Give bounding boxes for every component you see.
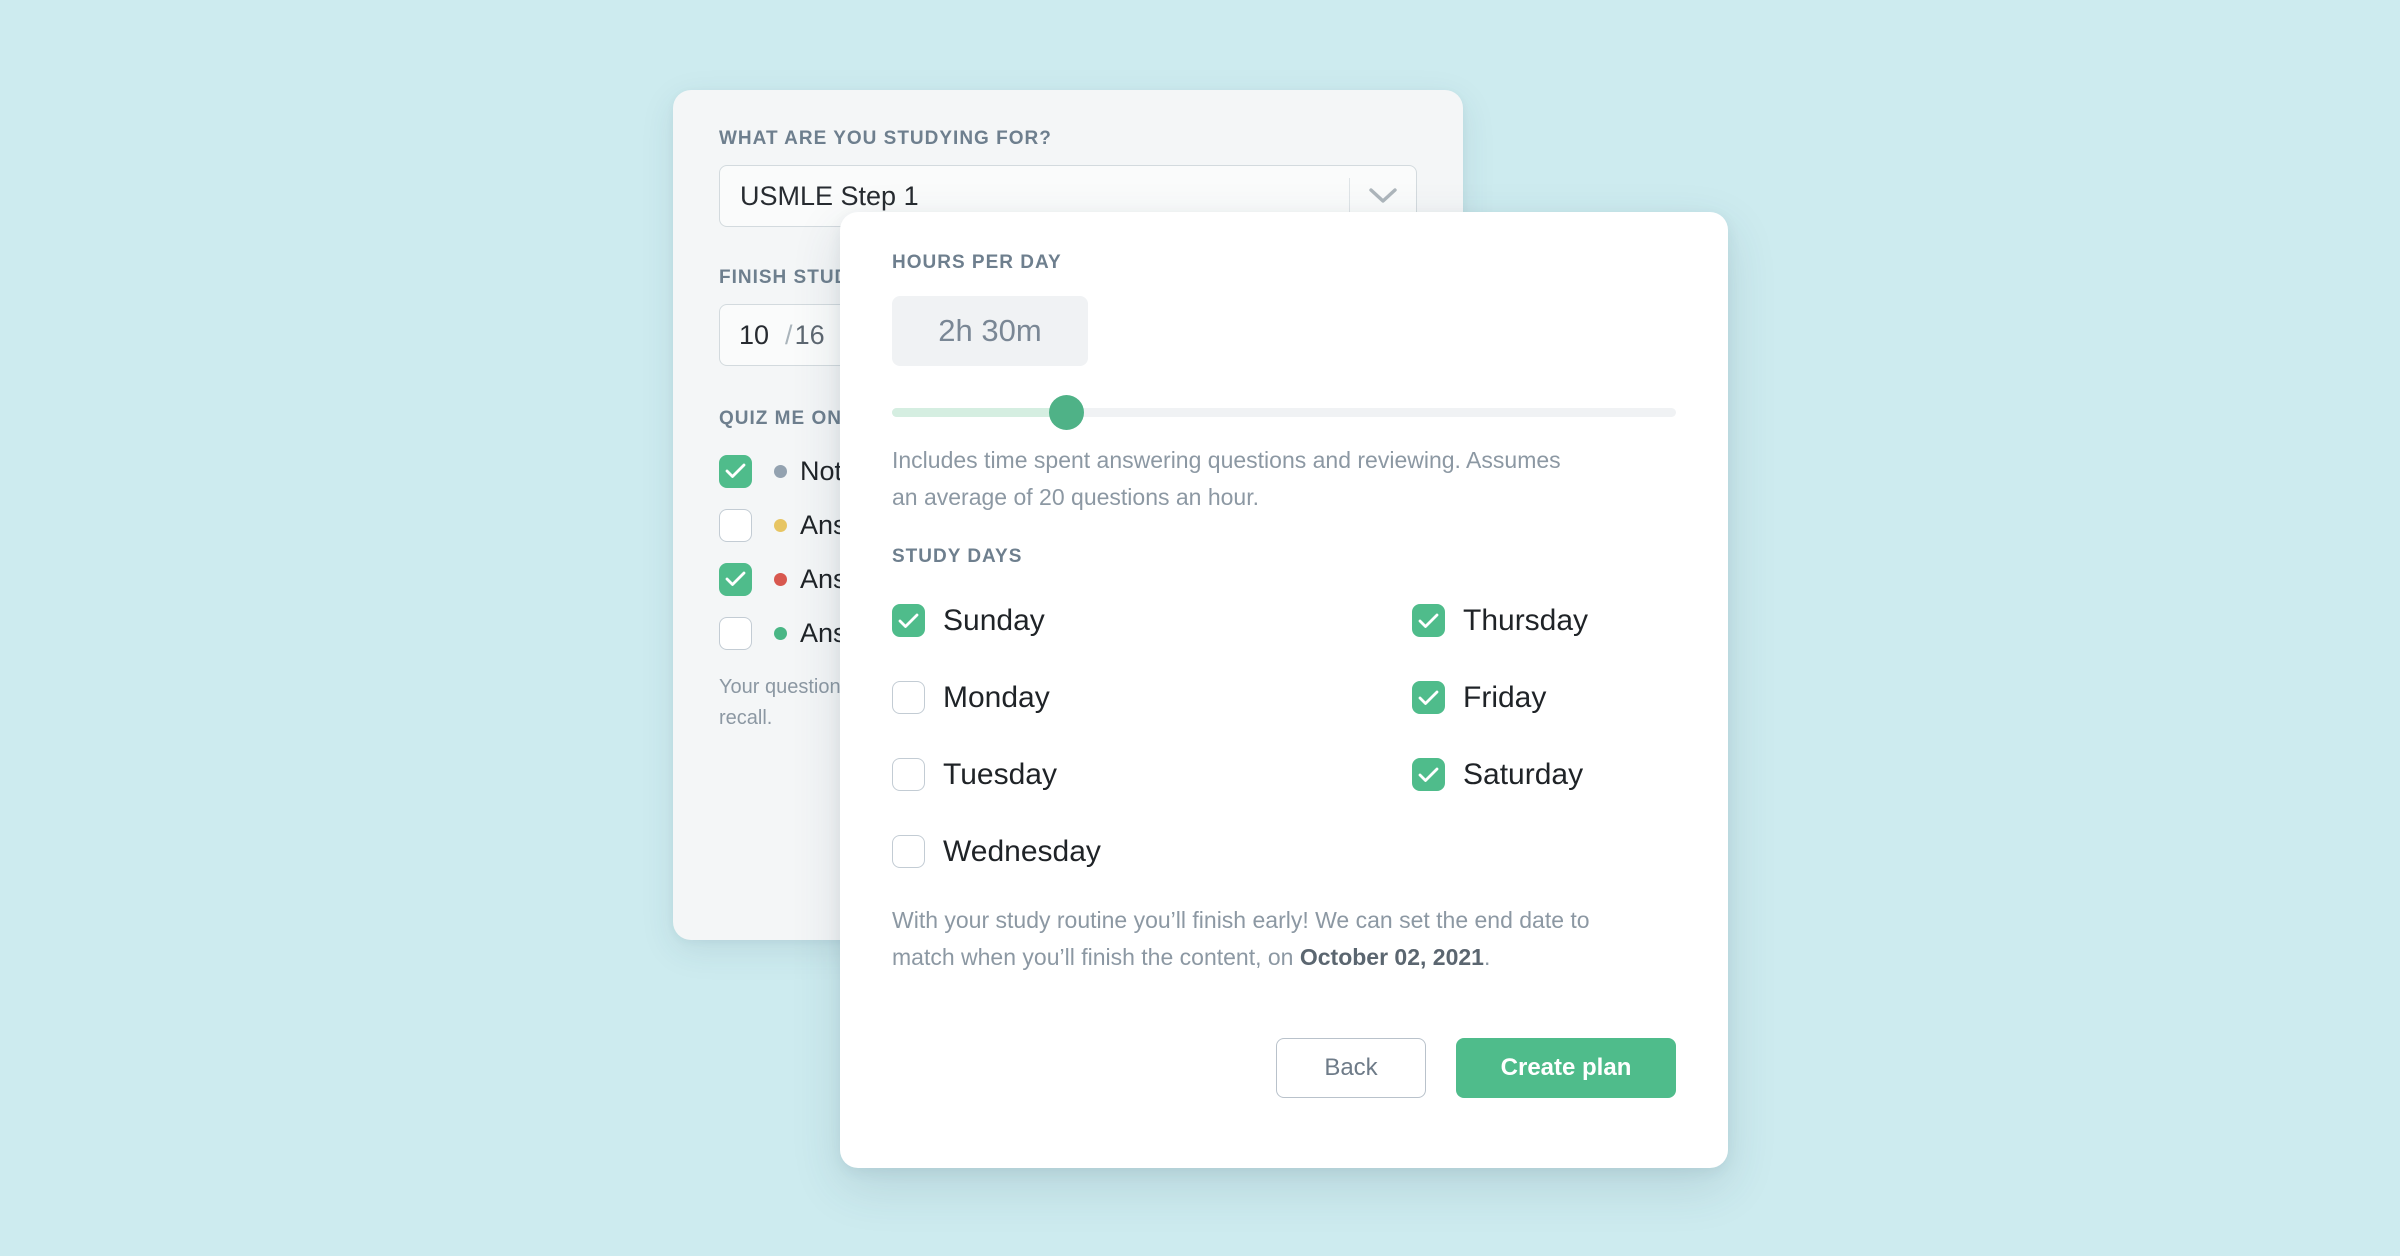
chevron-down-icon[interactable] <box>1350 187 1416 205</box>
quiz-helper-line-1: Your question <box>719 676 841 698</box>
quiz-checkbox-checked[interactable] <box>719 562 752 596</box>
create-plan-button[interactable]: Create plan <box>1456 1038 1676 1098</box>
day-row-monday[interactable]: Monday <box>892 659 1284 736</box>
back-button[interactable]: Back <box>1276 1038 1426 1098</box>
slider-handle[interactable] <box>1049 395 1084 430</box>
modal-actions: Back Create plan <box>892 1038 1676 1098</box>
day-label: Wednesday <box>943 834 1101 868</box>
quiz-status-dot <box>774 626 787 640</box>
hours-per-day-label: HOURS PER DAY <box>892 252 1062 273</box>
study-days-grid: Sunday Monday Tuesday Wednesday Thursday… <box>892 582 1676 890</box>
finish-current-value: 10 <box>739 319 770 350</box>
day-checkbox-unchecked[interactable] <box>892 758 925 791</box>
day-checkbox-unchecked[interactable] <box>892 835 925 868</box>
quiz-option-label: Not <box>800 455 843 486</box>
day-label: Sunday <box>943 603 1045 637</box>
day-checkbox-checked[interactable] <box>1412 758 1445 791</box>
finish-note-date: October 02, 2021 <box>1299 944 1484 970</box>
hours-helper-text: Includes time spent answering questions … <box>892 447 1561 510</box>
day-label: Thursday <box>1463 603 1589 637</box>
day-row-wednesday[interactable]: Wednesday <box>892 813 1284 890</box>
day-label: Saturday <box>1463 757 1584 791</box>
study-days-label: STUDY DAYS <box>892 546 1023 567</box>
hours-and-days-modal: HOURS PER DAY 2h 30m Includes time spent… <box>840 212 1728 1168</box>
day-label: Friday <box>1463 680 1547 714</box>
hours-slider[interactable] <box>892 395 1676 430</box>
day-label: Monday <box>943 680 1050 714</box>
quiz-status-dot <box>774 572 787 586</box>
day-row-thursday[interactable]: Thursday <box>1412 582 1676 659</box>
day-row-tuesday[interactable]: Tuesday <box>892 736 1284 813</box>
quiz-checkbox-checked[interactable] <box>719 454 752 488</box>
quiz-checkbox-unchecked[interactable] <box>719 616 752 650</box>
study-days-left-column: Sunday Monday Tuesday Wednesday <box>892 582 1284 890</box>
day-checkbox-checked[interactable] <box>1412 604 1445 637</box>
day-row-friday[interactable]: Friday <box>1412 659 1676 736</box>
finish-total-value: 16 <box>794 319 825 350</box>
quiz-status-dot <box>774 518 787 532</box>
finish-note-suffix: . <box>1483 944 1491 970</box>
day-checkbox-checked[interactable] <box>892 604 925 637</box>
day-checkbox-unchecked[interactable] <box>892 681 925 714</box>
day-checkbox-checked[interactable] <box>1412 681 1445 714</box>
quiz-helper-line-2: recall. <box>719 707 773 729</box>
finish-early-note: With your study routine you’ll finish ea… <box>892 902 1612 976</box>
day-row-saturday[interactable]: Saturday <box>1412 736 1676 813</box>
exam-select-value: USMLE Step 1 <box>740 180 919 211</box>
finish-separator: / <box>785 319 793 350</box>
quiz-checkbox-unchecked[interactable] <box>719 508 752 542</box>
exam-field-label: WHAT ARE YOU STUDYING FOR? <box>719 128 1052 149</box>
day-label: Tuesday <box>943 757 1057 791</box>
day-row-sunday[interactable]: Sunday <box>892 582 1284 659</box>
slider-fill <box>892 408 1067 417</box>
hours-value-display: 2h 30m <box>892 296 1088 366</box>
study-days-right-column: Thursday Friday Saturday <box>1284 582 1676 890</box>
quiz-status-dot <box>774 464 787 478</box>
